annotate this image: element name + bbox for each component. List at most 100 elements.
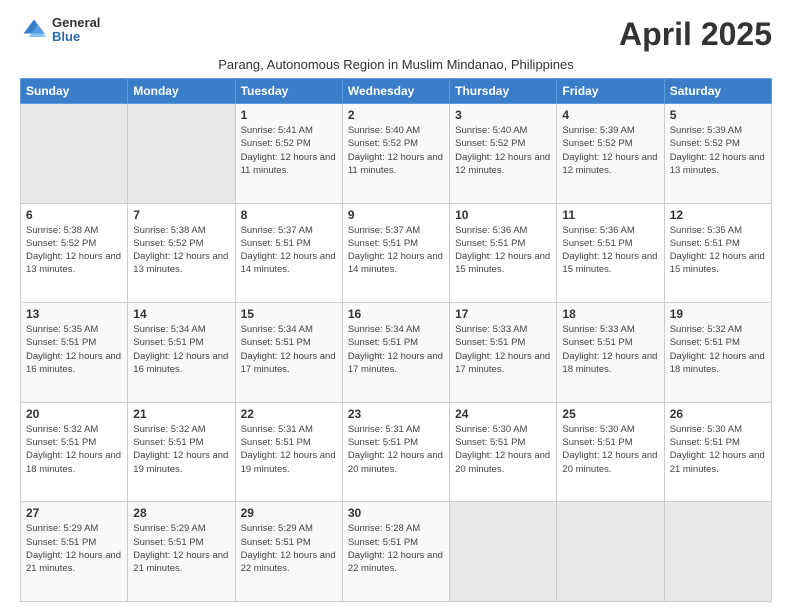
day-cell: 24 Sunrise: 5:30 AM Sunset: 5:51 PM Dayli… xyxy=(450,402,557,502)
week-row-4: 27 Sunrise: 5:29 AM Sunset: 5:51 PM Dayli… xyxy=(21,502,772,602)
day-number: 3 xyxy=(455,108,551,122)
day-number: 26 xyxy=(670,407,766,421)
day-info: Sunrise: 5:34 AM Sunset: 5:51 PM Dayligh… xyxy=(241,323,337,376)
day-number: 8 xyxy=(241,208,337,222)
header-thursday: Thursday xyxy=(450,79,557,104)
day-info: Sunrise: 5:29 AM Sunset: 5:51 PM Dayligh… xyxy=(26,522,122,575)
day-number: 9 xyxy=(348,208,444,222)
title-block: April 2025 xyxy=(619,16,772,53)
week-row-1: 6Sunrise: 5:38 AM Sunset: 5:52 PM Daylig… xyxy=(21,203,772,303)
day-info: Sunrise: 5:40 AM Sunset: 5:52 PM Dayligh… xyxy=(348,124,444,177)
day-info: Sunrise: 5:36 AM Sunset: 5:51 PM Dayligh… xyxy=(562,224,658,277)
day-cell: 17 Sunrise: 5:33 AM Sunset: 5:51 PM Dayli… xyxy=(450,303,557,403)
day-cell: 6Sunrise: 5:38 AM Sunset: 5:52 PM Daylig… xyxy=(21,203,128,303)
day-number: 20 xyxy=(26,407,122,421)
calendar-header: Sunday Monday Tuesday Wednesday Thursday… xyxy=(21,79,772,104)
day-cell xyxy=(450,502,557,602)
day-number: 1 xyxy=(241,108,337,122)
day-info: Sunrise: 5:39 AM Sunset: 5:52 PM Dayligh… xyxy=(670,124,766,177)
day-number: 7 xyxy=(133,208,229,222)
day-number: 24 xyxy=(455,407,551,421)
day-info: Sunrise: 5:30 AM Sunset: 5:51 PM Dayligh… xyxy=(455,423,551,476)
day-cell: 11 Sunrise: 5:36 AM Sunset: 5:51 PM Dayli… xyxy=(557,203,664,303)
day-cell: 22 Sunrise: 5:31 AM Sunset: 5:51 PM Dayli… xyxy=(235,402,342,502)
day-cell xyxy=(557,502,664,602)
day-info: Sunrise: 5:34 AM Sunset: 5:51 PM Dayligh… xyxy=(348,323,444,376)
day-info: Sunrise: 5:30 AM Sunset: 5:51 PM Dayligh… xyxy=(562,423,658,476)
day-info: Sunrise: 5:34 AM Sunset: 5:51 PM Dayligh… xyxy=(133,323,229,376)
week-row-3: 20 Sunrise: 5:32 AM Sunset: 5:51 PM Dayli… xyxy=(21,402,772,502)
day-number: 27 xyxy=(26,506,122,520)
header-tuesday: Tuesday xyxy=(235,79,342,104)
day-info: Sunrise: 5:35 AM Sunset: 5:51 PM Dayligh… xyxy=(26,323,122,376)
day-info: Sunrise: 5:37 AM Sunset: 5:51 PM Dayligh… xyxy=(241,224,337,277)
day-number: 13 xyxy=(26,307,122,321)
day-info: Sunrise: 5:31 AM Sunset: 5:51 PM Dayligh… xyxy=(241,423,337,476)
header-wednesday: Wednesday xyxy=(342,79,449,104)
day-cell: 14Sunrise: 5:34 AM Sunset: 5:51 PM Dayli… xyxy=(128,303,235,403)
header-saturday: Saturday xyxy=(664,79,771,104)
day-cell: 19 Sunrise: 5:32 AM Sunset: 5:51 PM Dayli… xyxy=(664,303,771,403)
day-info: Sunrise: 5:28 AM Sunset: 5:51 PM Dayligh… xyxy=(348,522,444,575)
day-number: 22 xyxy=(241,407,337,421)
logo-text: General Blue xyxy=(52,16,100,45)
day-cell: 29 Sunrise: 5:29 AM Sunset: 5:51 PM Dayli… xyxy=(235,502,342,602)
header-monday: Monday xyxy=(128,79,235,104)
day-cell: 25Sunrise: 5:30 AM Sunset: 5:51 PM Dayli… xyxy=(557,402,664,502)
day-number: 21 xyxy=(133,407,229,421)
day-info: Sunrise: 5:31 AM Sunset: 5:51 PM Dayligh… xyxy=(348,423,444,476)
day-cell: 26 Sunrise: 5:30 AM Sunset: 5:51 PM Dayli… xyxy=(664,402,771,502)
day-info: Sunrise: 5:32 AM Sunset: 5:51 PM Dayligh… xyxy=(133,423,229,476)
day-cell: 30 Sunrise: 5:28 AM Sunset: 5:51 PM Dayli… xyxy=(342,502,449,602)
day-number: 30 xyxy=(348,506,444,520)
logo: General Blue xyxy=(20,16,100,45)
day-number: 18 xyxy=(562,307,658,321)
day-info: Sunrise: 5:37 AM Sunset: 5:51 PM Dayligh… xyxy=(348,224,444,277)
day-cell: 5Sunrise: 5:39 AM Sunset: 5:52 PM Daylig… xyxy=(664,104,771,204)
day-cell xyxy=(664,502,771,602)
day-info: Sunrise: 5:36 AM Sunset: 5:51 PM Dayligh… xyxy=(455,224,551,277)
day-cell: 2Sunrise: 5:40 AM Sunset: 5:52 PM Daylig… xyxy=(342,104,449,204)
day-info: Sunrise: 5:35 AM Sunset: 5:51 PM Dayligh… xyxy=(670,224,766,277)
week-row-2: 13 Sunrise: 5:35 AM Sunset: 5:51 PM Dayli… xyxy=(21,303,772,403)
day-cell: 12Sunrise: 5:35 AM Sunset: 5:51 PM Dayli… xyxy=(664,203,771,303)
day-number: 17 xyxy=(455,307,551,321)
logo-blue: Blue xyxy=(52,30,100,44)
day-info: Sunrise: 5:33 AM Sunset: 5:51 PM Dayligh… xyxy=(455,323,551,376)
header-row: Sunday Monday Tuesday Wednesday Thursday… xyxy=(21,79,772,104)
page: General Blue April 2025 Parang, Autonomo… xyxy=(0,0,792,612)
day-cell: 13 Sunrise: 5:35 AM Sunset: 5:51 PM Dayli… xyxy=(21,303,128,403)
day-info: Sunrise: 5:30 AM Sunset: 5:51 PM Dayligh… xyxy=(670,423,766,476)
day-cell: 1Sunrise: 5:41 AM Sunset: 5:52 PM Daylig… xyxy=(235,104,342,204)
day-info: Sunrise: 5:29 AM Sunset: 5:51 PM Dayligh… xyxy=(133,522,229,575)
day-cell xyxy=(128,104,235,204)
day-cell: 8 Sunrise: 5:37 AM Sunset: 5:51 PM Daylig… xyxy=(235,203,342,303)
calendar-table: Sunday Monday Tuesday Wednesday Thursday… xyxy=(20,78,772,602)
day-cell: 27 Sunrise: 5:29 AM Sunset: 5:51 PM Dayli… xyxy=(21,502,128,602)
logo-icon xyxy=(20,16,48,44)
day-cell: 18Sunrise: 5:33 AM Sunset: 5:51 PM Dayli… xyxy=(557,303,664,403)
day-cell: 21 Sunrise: 5:32 AM Sunset: 5:51 PM Dayli… xyxy=(128,402,235,502)
day-info: Sunrise: 5:38 AM Sunset: 5:52 PM Dayligh… xyxy=(133,224,229,277)
day-number: 29 xyxy=(241,506,337,520)
day-cell: 15 Sunrise: 5:34 AM Sunset: 5:51 PM Dayli… xyxy=(235,303,342,403)
week-row-0: 1Sunrise: 5:41 AM Sunset: 5:52 PM Daylig… xyxy=(21,104,772,204)
day-number: 10 xyxy=(455,208,551,222)
day-cell: 23Sunrise: 5:31 AM Sunset: 5:51 PM Dayli… xyxy=(342,402,449,502)
day-number: 11 xyxy=(562,208,658,222)
day-info: Sunrise: 5:32 AM Sunset: 5:51 PM Dayligh… xyxy=(670,323,766,376)
day-info: Sunrise: 5:40 AM Sunset: 5:52 PM Dayligh… xyxy=(455,124,551,177)
day-info: Sunrise: 5:29 AM Sunset: 5:51 PM Dayligh… xyxy=(241,522,337,575)
day-cell: 4 Sunrise: 5:39 AM Sunset: 5:52 PM Daylig… xyxy=(557,104,664,204)
header: General Blue April 2025 xyxy=(20,16,772,53)
day-number: 28 xyxy=(133,506,229,520)
day-cell: 28 Sunrise: 5:29 AM Sunset: 5:51 PM Dayli… xyxy=(128,502,235,602)
day-info: Sunrise: 5:39 AM Sunset: 5:52 PM Dayligh… xyxy=(562,124,658,177)
logo-general: General xyxy=(52,16,100,30)
day-number: 15 xyxy=(241,307,337,321)
day-number: 19 xyxy=(670,307,766,321)
header-friday: Friday xyxy=(557,79,664,104)
day-info: Sunrise: 5:32 AM Sunset: 5:51 PM Dayligh… xyxy=(26,423,122,476)
day-number: 4 xyxy=(562,108,658,122)
day-cell: 10 Sunrise: 5:36 AM Sunset: 5:51 PM Dayli… xyxy=(450,203,557,303)
